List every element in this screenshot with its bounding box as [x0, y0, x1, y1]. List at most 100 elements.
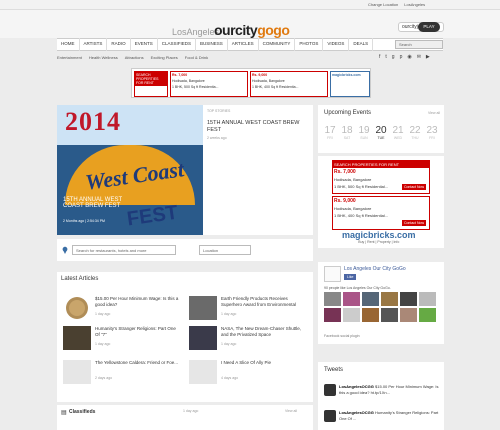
- article-item[interactable]: $15.00 Per Hour Minimum Wage: Is this a …: [63, 296, 181, 320]
- city-selector[interactable]: LosAngeles: [404, 2, 425, 7]
- rss-icon[interactable]: ◉: [407, 54, 411, 60]
- facebook-icon[interactable]: f: [379, 54, 380, 60]
- avatar: [324, 410, 336, 422]
- nav-community[interactable]: COMMUNITY: [259, 38, 296, 51]
- nav-business[interactable]: BUSINESS: [196, 38, 228, 51]
- hero-image[interactable]: 2014 West Coast FEST 15TH ANNUAL WEST CO…: [57, 105, 203, 235]
- subnav-attractions[interactable]: Attractions: [125, 55, 144, 60]
- top-bar: Change Location LosAngeles: [0, 0, 500, 10]
- google-plus-icon[interactable]: g: [392, 54, 395, 60]
- day-item[interactable]: 18 SAT: [341, 125, 353, 140]
- facebook-widget: Los Angeles Our City GoGo Like 90 people…: [318, 262, 444, 344]
- nav-deals[interactable]: DEALS: [349, 38, 374, 51]
- day-item[interactable]: 22 THU: [409, 125, 421, 140]
- day-item[interactable]: 23 FRI: [426, 125, 438, 140]
- hero-year: 2014: [65, 107, 121, 136]
- search-input[interactable]: Search: [395, 40, 443, 49]
- latest-articles-title: Latest Articles: [61, 276, 99, 282]
- featured-section: 2014 West Coast FEST 15TH ANNUAL WEST CO…: [57, 105, 313, 235]
- nav-classifieds[interactable]: CLASSIFIEDS: [158, 38, 196, 51]
- avatar[interactable]: [381, 308, 398, 322]
- article-item[interactable]: Earth Friendly Products Receives Superhe…: [189, 296, 307, 320]
- page-avatar[interactable]: [324, 266, 341, 282]
- avatar[interactable]: [419, 308, 436, 322]
- tweets-widget: Tweets LosAngelesOCGG $15.00 Per Hour Mi…: [318, 362, 444, 430]
- main-nav: HOME ARTISTS RADIO EVENTS CLASSIFIEDS BU…: [57, 38, 443, 51]
- nav-events[interactable]: EVENTS: [131, 38, 158, 51]
- day-item[interactable]: 17 FRI: [324, 125, 336, 140]
- social-links: f t g p ◉ ✉ ▶: [379, 54, 430, 60]
- location-input[interactable]: Location: [199, 245, 251, 255]
- hero-word-fest: FEST: [125, 201, 180, 231]
- tweets-title: Tweets: [324, 367, 344, 373]
- change-location-link[interactable]: Change Location: [368, 2, 398, 7]
- day-item-selected[interactable]: 20 TUE: [375, 125, 387, 140]
- avatar[interactable]: [343, 308, 360, 322]
- side-ad-block[interactable]: Rs. 9,000 Hodisada, Bangalore 1 BHK, 400…: [332, 196, 430, 230]
- avatar[interactable]: [362, 292, 379, 306]
- fb-page-name[interactable]: Los Angeles Our City GoGo: [344, 266, 406, 272]
- subnav-places[interactable]: Exciting Places: [151, 55, 178, 60]
- ad-block-1[interactable]: Rs. 7,000 Hodisada, Bangalore 1 BHK, 500…: [170, 71, 248, 97]
- play-button[interactable]: PLAY: [418, 22, 440, 32]
- restaurant-search-bar: Search for restaurants, hotels and more …: [57, 239, 313, 261]
- subnav-food[interactable]: Food & Drink: [185, 55, 208, 60]
- top-story-title[interactable]: 15TH ANNUAL WEST COAST BREW FEST: [207, 120, 311, 134]
- upcoming-view-all[interactable]: View all: [428, 111, 440, 115]
- subnav-health[interactable]: Health Wellness: [89, 55, 118, 60]
- twitter-icon[interactable]: t: [385, 54, 386, 60]
- article-item[interactable]: I Need A Slice Of Ally Pie 4 days ago: [189, 360, 307, 384]
- nav-radio[interactable]: RADIO: [107, 38, 131, 51]
- top-banner-ad[interactable]: SEARCH PROPERTIES FOR RENT Rs. 7,000 Hod…: [131, 68, 371, 98]
- latest-articles: Latest Articles $15.00 Per Hour Minimum …: [57, 272, 313, 402]
- youtube-icon[interactable]: ▶: [426, 54, 430, 60]
- classified-date: 1 day ago: [183, 409, 199, 413]
- location-pin-icon: [62, 246, 68, 254]
- nav-articles[interactable]: ARTICLES: [228, 38, 259, 51]
- pinterest-icon[interactable]: p: [400, 54, 403, 60]
- top-story-time: 2 weeks ago: [207, 136, 227, 140]
- header: LosAngeles ourcitygogo ourcityjoy PLAY: [0, 10, 500, 38]
- subnav-entertainment[interactable]: Entertainment: [57, 55, 82, 60]
- avatar[interactable]: [324, 308, 341, 322]
- top-stories: TOP STORIES 15TH ANNUAL WEST COAST BREW …: [207, 109, 311, 140]
- ad-block-label: SEARCH PROPERTIES FOR RENT: [134, 71, 168, 97]
- upcoming-title: Upcoming Events: [324, 110, 372, 116]
- avatar[interactable]: [343, 292, 360, 306]
- site-logo[interactable]: ourcitygogo: [214, 22, 290, 38]
- event-days: 17 FRI 18 SAT 19 SUN 20 TUE 21 WED 22 THU 23 FR…: [324, 125, 438, 140]
- avatar[interactable]: [381, 292, 398, 306]
- article-item[interactable]: The Yellowstone Caldera: Friend or Foe..…: [63, 360, 181, 384]
- restaurant-search-input[interactable]: Search for restaurants, hotels and more: [72, 245, 176, 255]
- classifieds-view-all[interactable]: View all: [285, 409, 297, 413]
- magicbricks-logo[interactable]: magicbricks.com Buy | Rent | Property | I…: [342, 230, 416, 244]
- fb-like-button[interactable]: Like: [344, 274, 357, 280]
- fb-like-count: 90 people like Los Angeles Our City GoGo…: [324, 286, 391, 290]
- fb-plugin-label: Facebook social plugin: [324, 334, 360, 338]
- classifieds-section: ▤ Classifieds 1 day ago View all: [57, 405, 313, 430]
- nav-artists[interactable]: ARTISTS: [80, 38, 108, 51]
- ad-brand[interactable]: magicbricks.com: [330, 71, 370, 97]
- nav-home[interactable]: HOME: [57, 38, 80, 51]
- nav-photos[interactable]: PHOTOS: [295, 38, 324, 51]
- hero-caption[interactable]: 15TH ANNUAL WEST COAST BREW FEST: [63, 197, 133, 209]
- avatar[interactable]: [400, 308, 417, 322]
- day-item[interactable]: 21 WED: [392, 125, 404, 140]
- side-ad-block[interactable]: SEARCH PROPERTIES FOR RENT Rs. 7,000 Hod…: [332, 160, 430, 194]
- upcoming-events: Upcoming Events View all 17 FRI 18 SAT 19 S…: [318, 105, 444, 153]
- avatar[interactable]: [324, 292, 341, 306]
- avatar[interactable]: [419, 292, 436, 306]
- day-item[interactable]: 19 SUN: [358, 125, 370, 140]
- article-item[interactable]: NASA, The New Dream-Chaser Shuttle, and …: [189, 326, 307, 350]
- ad-block-2[interactable]: Rs. 9,000 Hodisada, Bangalore 1 BHK, 400…: [250, 71, 328, 97]
- nav-videos[interactable]: VIDEOS: [323, 38, 350, 51]
- email-icon[interactable]: ✉: [417, 54, 421, 60]
- top-stories-label: TOP STORIES: [207, 109, 231, 113]
- hero-meta: 2 Months ago | 2:54:34 PM: [63, 219, 105, 223]
- article-item[interactable]: Humanity's Stranger Religions: Part One …: [63, 326, 181, 350]
- classifieds-title: Classifieds: [69, 409, 96, 415]
- avatar[interactable]: [400, 292, 417, 306]
- classifieds-icon: ▤: [61, 410, 67, 416]
- sidebar-ad[interactable]: SEARCH PROPERTIES FOR RENT Rs. 7,000 Hod…: [318, 156, 444, 248]
- avatar[interactable]: [362, 308, 379, 322]
